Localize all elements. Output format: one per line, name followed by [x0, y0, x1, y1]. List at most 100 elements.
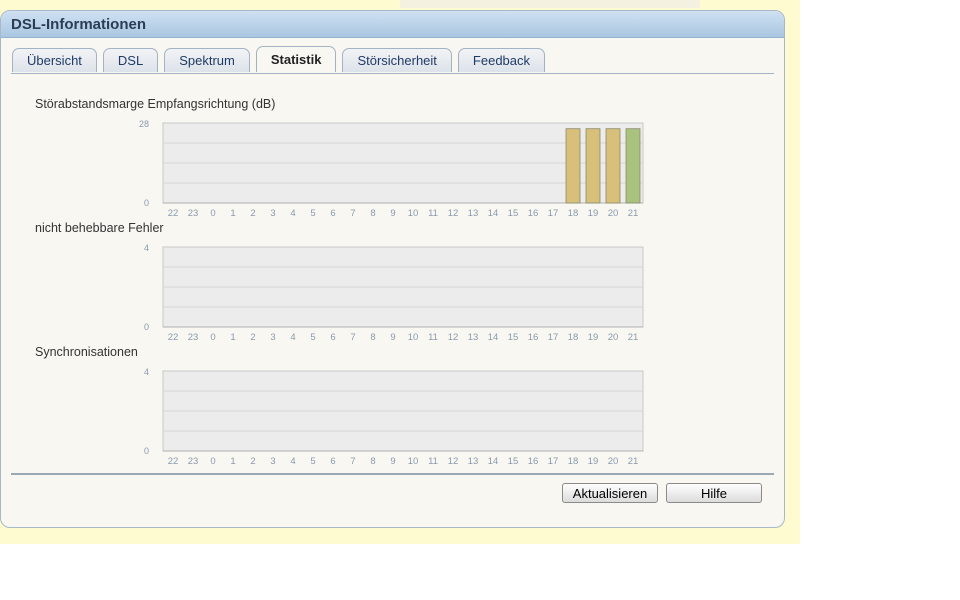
x-tick-label: 5 — [310, 208, 315, 219]
x-tick-label: 5 — [310, 332, 315, 343]
x-tick-label: 16 — [528, 456, 539, 467]
x-tick-label: 21 — [628, 332, 639, 343]
x-tick-label: 10 — [408, 332, 419, 343]
x-tick-label: 6 — [330, 332, 335, 343]
x-tick-label: 3 — [270, 332, 275, 343]
x-tick-label: 7 — [350, 332, 355, 343]
x-tick-label: 22 — [168, 456, 179, 467]
x-tick-label: 0 — [210, 208, 215, 219]
chart-bar — [585, 128, 601, 204]
x-tick-label: 15 — [508, 208, 519, 219]
x-tick-label: 7 — [350, 456, 355, 467]
page-background-strip — [400, 0, 700, 8]
x-tick-label: 14 — [488, 332, 499, 343]
dsl-info-panel: DSL-Informationen Übersicht DSL Spektrum… — [0, 10, 785, 528]
x-tick-label: 10 — [408, 456, 419, 467]
x-tick-label: 20 — [608, 208, 619, 219]
tab-divider — [11, 73, 774, 74]
x-tick-label: 23 — [188, 332, 199, 343]
tab-bar: Übersicht DSL Spektrum Statistik Störsic… — [12, 46, 546, 72]
x-tick-label: 2 — [250, 208, 255, 219]
chart-sync: 4022 23 0 1 2 3 4 5 6 7 8 9 10 11 12 13 14 15 16 17 18 19 20 21 — [144, 367, 644, 467]
x-tick-label: 18 — [568, 456, 579, 467]
x-tick-label: 0 — [210, 332, 215, 343]
x-tick-label: 20 — [608, 332, 619, 343]
x-tick-label: 3 — [270, 208, 275, 219]
chart-errors: 4022 23 0 1 2 3 4 5 6 7 8 9 10 11 12 13 14 15 16 17 18 19 20 21 — [144, 243, 644, 343]
y-tick-label: 4 — [144, 243, 149, 253]
x-tick-label: 22 — [168, 208, 179, 219]
x-tick-label: 22 — [168, 332, 179, 343]
tab-spektrum[interactable]: Spektrum — [164, 48, 250, 72]
help-button[interactable]: Hilfe — [666, 483, 762, 503]
x-tick-label: 1 — [230, 456, 235, 467]
x-tick-label: 19 — [588, 208, 599, 219]
panel-title: DSL-Informationen — [11, 15, 146, 33]
chart-title-snr: Störabstandsmarge Empfangsrichtung (dB) — [35, 97, 276, 111]
x-tick-label: 16 — [528, 332, 539, 343]
tab-statistik[interactable]: Statistik — [255, 46, 337, 72]
x-tick-label: 13 — [468, 456, 479, 467]
x-tick-label: 8 — [370, 332, 375, 343]
x-tick-label: 4 — [290, 208, 295, 219]
x-tick-label: 20 — [608, 456, 619, 467]
x-tick-label: 7 — [350, 208, 355, 219]
x-tick-label: 14 — [488, 456, 499, 467]
x-tick-label: 18 — [568, 332, 579, 343]
chart-title-errors: nicht behebbare Fehler — [35, 221, 164, 235]
x-tick-label: 1 — [230, 208, 235, 219]
chart-snr: 28022 23 0 1 2 3 4 5 6 7 8 9 10 11 12 13 14 15 16 17 18 19 20 2… — [139, 119, 644, 219]
x-tick-label: 0 — [210, 456, 215, 467]
x-tick-label: 18 — [568, 208, 579, 219]
x-tick-label: 5 — [310, 456, 315, 467]
chart-bar — [565, 128, 581, 204]
footer-divider — [11, 473, 774, 475]
x-tick-label: 9 — [390, 208, 395, 219]
tab-stoersicherheit[interactable]: Störsicherheit — [342, 48, 452, 72]
x-tick-label: 1 — [230, 332, 235, 343]
x-tick-label: 8 — [370, 456, 375, 467]
tab-feedback[interactable]: Feedback — [457, 48, 546, 72]
y-tick-label: 0 — [144, 198, 149, 208]
x-tick-label: 23 — [188, 456, 199, 467]
x-tick-label: 4 — [290, 332, 295, 343]
chart-bar — [605, 128, 621, 204]
x-tick-label: 12 — [448, 208, 459, 219]
y-tick-label: 0 — [144, 446, 149, 456]
x-tick-label: 17 — [548, 208, 559, 219]
tab-uebersicht[interactable]: Übersicht — [12, 48, 97, 72]
x-tick-label: 11 — [428, 456, 438, 467]
x-tick-label: 9 — [390, 456, 395, 467]
x-tick-label: 3 — [270, 456, 275, 467]
tab-dsl[interactable]: DSL — [102, 48, 159, 72]
x-tick-label: 10 — [408, 208, 419, 219]
chart-title-sync: Synchronisationen — [35, 345, 138, 359]
x-tick-label: 2 — [250, 456, 255, 467]
x-tick-label: 8 — [370, 208, 375, 219]
x-tick-label: 11 — [428, 332, 438, 343]
x-tick-label: 11 — [428, 208, 438, 219]
panel-header: DSL-Informationen — [1, 11, 784, 38]
x-tick-label: 13 — [468, 332, 479, 343]
chart-bar — [625, 128, 641, 204]
y-tick-label: 4 — [144, 367, 149, 377]
x-tick-label: 2 — [250, 332, 255, 343]
x-tick-label: 6 — [330, 208, 335, 219]
x-tick-label: 15 — [508, 332, 519, 343]
x-tick-label: 19 — [588, 456, 599, 467]
x-tick-label: 15 — [508, 456, 519, 467]
y-tick-label: 0 — [144, 322, 149, 332]
x-tick-label: 21 — [628, 208, 639, 219]
x-tick-label: 19 — [588, 332, 599, 343]
x-tick-label: 13 — [468, 208, 479, 219]
x-tick-label: 16 — [528, 208, 539, 219]
x-tick-label: 6 — [330, 456, 335, 467]
x-tick-label: 12 — [448, 456, 459, 467]
x-tick-label: 4 — [290, 456, 295, 467]
x-tick-label: 21 — [628, 456, 639, 467]
x-tick-label: 17 — [548, 332, 559, 343]
x-tick-label: 14 — [488, 208, 499, 219]
x-tick-label: 12 — [448, 332, 459, 343]
x-tick-label: 23 — [188, 208, 199, 219]
refresh-button[interactable]: Aktualisieren — [562, 483, 658, 503]
